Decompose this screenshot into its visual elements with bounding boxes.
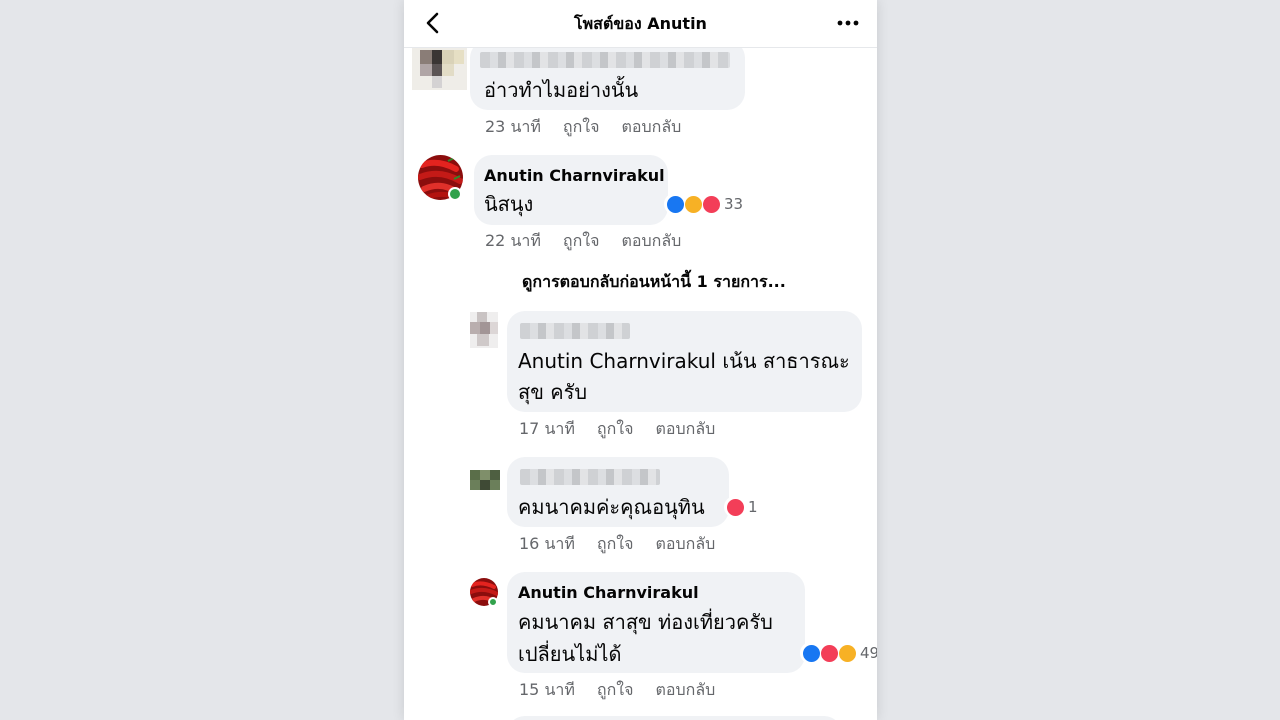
- reply-button[interactable]: ตอบกลับ: [655, 680, 715, 699]
- blurred-author-name: [520, 323, 630, 339]
- reaction-summary[interactable]: 1: [724, 496, 760, 518]
- like-button[interactable]: ถูกใจ: [563, 231, 600, 250]
- like-button[interactable]: ถูกใจ: [597, 534, 634, 553]
- online-status-dot: [488, 597, 498, 607]
- reply-button[interactable]: ตอบกลับ: [655, 534, 715, 553]
- blurred-avatar-icon: [470, 470, 500, 490]
- reaction-count: 33: [724, 195, 744, 213]
- post-comments-screen: โพสต์ของ Anutin อ่าวทำไมอย่างนั้น 23 นาท…: [404, 0, 877, 720]
- haha-reaction-icon: [684, 194, 703, 214]
- reply-button[interactable]: ตอบกลับ: [655, 419, 715, 438]
- reply-text-line-2: เปลี่ยนไม่ได้: [518, 642, 622, 666]
- comment-time: 22 นาที: [485, 231, 541, 250]
- reaction-summary[interactable]: 49: [800, 642, 877, 664]
- comment-text: อ่าวทำไมอย่างนั้น: [484, 78, 639, 102]
- blurred-author-name: [480, 52, 730, 68]
- blurred-author-name: [520, 469, 660, 485]
- reply-text-line-1: Anutin Charnvirakul เน้น สาธารณะ: [518, 349, 850, 373]
- comment-text: นิสนุง: [484, 192, 534, 216]
- reply-bubble[interactable]: [507, 716, 842, 720]
- like-button[interactable]: ถูกใจ: [597, 419, 634, 438]
- love-reaction-icon: [702, 194, 721, 214]
- reply-text-line-1: คมนาคม สาสุข ท่องเที่ยวครับ: [518, 610, 773, 634]
- like-reaction-icon: [802, 643, 821, 663]
- reply-meta: 17 นาที ถูกใจ ตอบกลับ: [519, 417, 737, 442]
- reply-author[interactable]: Anutin Charnvirakul: [518, 583, 699, 602]
- reaction-count: 49: [860, 644, 877, 662]
- online-status-dot: [448, 187, 462, 201]
- page-title: โพสต์ของ Anutin: [574, 14, 707, 33]
- reaction-summary[interactable]: 33: [664, 193, 746, 215]
- avatar[interactable]: [470, 470, 500, 490]
- reply-button[interactable]: ตอบกลับ: [621, 117, 681, 136]
- comment-meta: 23 นาที ถูกใจ ตอบกลับ: [485, 115, 703, 140]
- like-reaction-icon: [666, 194, 685, 214]
- avatar[interactable]: [412, 48, 467, 90]
- reply-time: 15 นาที: [519, 680, 575, 699]
- comment-author[interactable]: Anutin Charnvirakul: [484, 166, 665, 185]
- reply-text-line-2: สุข ครับ: [518, 380, 588, 404]
- more-dots-icon: [837, 20, 859, 26]
- top-bar: โพสต์ของ Anutin: [404, 0, 877, 48]
- view-previous-replies-link[interactable]: ดูการตอบกลับก่อนหน้านี้ 1 รายการ...: [522, 270, 786, 295]
- like-button[interactable]: ถูกใจ: [563, 117, 600, 136]
- reply-button[interactable]: ตอบกลับ: [621, 231, 681, 250]
- reply-time: 16 นาที: [519, 534, 575, 553]
- blurred-avatar-icon: [412, 48, 467, 90]
- like-button[interactable]: ถูกใจ: [597, 680, 634, 699]
- love-reaction-icon: [726, 497, 745, 517]
- reply-text: คมนาคมค่ะคุณอนุทิน: [518, 495, 705, 519]
- reply-meta: 16 นาที ถูกใจ ตอบกลับ: [519, 532, 737, 557]
- reply-meta: 15 นาที ถูกใจ ตอบกลับ: [519, 678, 737, 703]
- avatar[interactable]: [470, 312, 498, 348]
- comment-time: 23 นาที: [485, 117, 541, 136]
- more-options-button[interactable]: [835, 10, 861, 36]
- reply-time: 17 นาที: [519, 419, 575, 438]
- reaction-count: 1: [748, 498, 758, 516]
- comment-meta: 22 นาที ถูกใจ ตอบกลับ: [485, 229, 703, 254]
- haha-reaction-icon: [838, 643, 857, 663]
- blurred-avatar-icon: [470, 312, 498, 348]
- love-reaction-icon: [820, 643, 839, 663]
